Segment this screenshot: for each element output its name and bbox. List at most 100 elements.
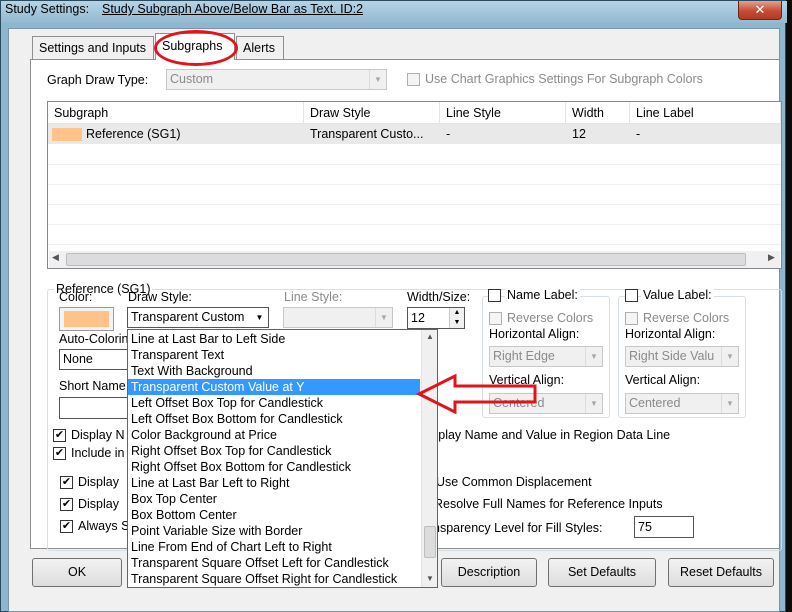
- header-label: Line Style: [446, 106, 501, 120]
- cell-subgraph: Reference (SG1): [86, 127, 181, 141]
- dropdown-scroll-thumb[interactable]: [424, 526, 436, 558]
- scroll-right-icon[interactable]: ▶: [768, 252, 775, 263]
- always-label: Always S: [78, 519, 130, 533]
- short-name-input[interactable]: [59, 397, 129, 419]
- scroll-down-icon[interactable]: ▼: [426, 574, 434, 583]
- color-swatch: [64, 311, 109, 327]
- window-title-prefix: Study Settings:: [5, 2, 90, 16]
- chevron-down-icon: ▼: [721, 347, 738, 366]
- title-bar[interactable]: Study Settings: Study Subgraph Above/Bel…: [1, 1, 787, 23]
- transparency-input[interactable]: 75: [634, 516, 694, 538]
- close-button[interactable]: ✕: [738, 1, 782, 20]
- dropdown-scrollbar[interactable]: ▲ ▼: [421, 330, 437, 587]
- value-horizontal-align-select[interactable]: Right Side Valu ▼: [625, 346, 739, 367]
- scroll-up-icon[interactable]: ▲: [426, 332, 434, 341]
- column-header-line-style[interactable]: Line Style: [440, 102, 566, 124]
- row-divider: [48, 244, 781, 245]
- table-row[interactable]: Reference (SG1) Transparent Custo... - 1…: [48, 124, 781, 144]
- auto-coloring-select[interactable]: None: [59, 349, 129, 370]
- list-item[interactable]: Transparent Square Offset Left for Candl…: [128, 555, 420, 571]
- value-v-align-value: Centered: [629, 396, 681, 410]
- draw-style-value: Transparent Custom: [131, 310, 245, 324]
- spin-up-icon[interactable]: ▲: [449, 308, 464, 318]
- list-item[interactable]: Point Variable Size with Border: [128, 523, 420, 539]
- list-item[interactable]: Left Offset Box Bottom for Candlestick: [128, 411, 420, 427]
- color-swatch-button[interactable]: [59, 307, 114, 331]
- value-horizontal-align-label: Horizontal Align:: [625, 327, 716, 341]
- tab-label: Alerts: [243, 41, 275, 55]
- row-divider: [48, 164, 781, 165]
- draw-style-select[interactable]: Transparent Custom ▼: [127, 307, 269, 328]
- checkmark-icon: ✔: [61, 476, 72, 488]
- set-defaults-button[interactable]: Set Defaults: [548, 558, 656, 587]
- name-label-checkbox[interactable]: [488, 289, 501, 302]
- option-label: Text With Background: [131, 364, 253, 378]
- reset-defaults-button[interactable]: Reset Defaults: [668, 558, 774, 587]
- use-chart-graphics-checkbox[interactable]: [407, 73, 420, 86]
- column-header-width[interactable]: Width: [566, 102, 630, 124]
- description-button[interactable]: Description: [441, 558, 537, 587]
- name-reverse-colors-checkbox[interactable]: [489, 312, 502, 325]
- value-label-checkbox[interactable]: [625, 289, 638, 302]
- graph-draw-type-select[interactable]: Custom ▼: [166, 69, 387, 90]
- graph-draw-type-label: Graph Draw Type:: [47, 73, 149, 87]
- checkmark-icon: ✔: [61, 498, 72, 510]
- display-name-checkbox[interactable]: ✔: [53, 429, 66, 442]
- list-item[interactable]: Right Offset Box Top for Candlestick: [128, 443, 420, 459]
- list-item-selected[interactable]: Transparent Custom Value at Y: [128, 379, 420, 395]
- display-checkbox-2[interactable]: ✔: [60, 498, 73, 511]
- list-item[interactable]: Box Top Center: [128, 491, 420, 507]
- use-common-displacement-label: Use Common Displacement: [436, 475, 592, 489]
- value-vertical-align-select[interactable]: Centered ▼: [625, 393, 739, 414]
- display-checkbox-1[interactable]: ✔: [60, 476, 73, 489]
- ok-button[interactable]: OK: [32, 558, 122, 587]
- column-header-draw-style[interactable]: Draw Style: [304, 102, 440, 124]
- spin-down-icon[interactable]: ▼: [449, 318, 464, 328]
- name-label-title: Name Label:: [505, 288, 580, 302]
- horizontal-scrollbar[interactable]: ◀ ▶: [49, 251, 780, 268]
- scroll-thumb[interactable]: [66, 253, 746, 266]
- auto-coloring-value: None: [63, 352, 93, 366]
- width-value: 12: [411, 311, 425, 325]
- column-header-line-label[interactable]: Line Label: [630, 102, 781, 124]
- header-label: Line Label: [636, 106, 694, 120]
- value-h-align-value: Right Side Valu: [629, 349, 715, 363]
- option-label: Transparent Text: [131, 348, 225, 362]
- option-label: Right Offset Box Top for Candlestick: [131, 444, 332, 458]
- line-style-label: Line Style:: [284, 290, 343, 304]
- include-in-checkbox[interactable]: ✔: [53, 447, 66, 460]
- short-name-label: Short Name: [59, 379, 126, 393]
- always-checkbox[interactable]: ✔: [60, 520, 73, 533]
- set-defaults-label: Set Defaults: [567, 565, 637, 579]
- tab-settings-and-inputs[interactable]: Settings and Inputs: [32, 36, 154, 59]
- draw-style-dropdown-list[interactable]: Line at Last Bar to Left Side Transparen…: [127, 329, 438, 588]
- tab-alerts[interactable]: Alerts: [236, 36, 284, 59]
- chevron-down-icon: ▼: [375, 308, 392, 327]
- graph-draw-type-value: Custom: [170, 72, 214, 86]
- scroll-left-icon[interactable]: ◀: [52, 252, 59, 263]
- checkmark-icon: ✔: [54, 429, 65, 441]
- list-item[interactable]: Color Background at Price: [128, 427, 420, 443]
- width-spinner[interactable]: 12 ▲ ▼: [407, 307, 465, 329]
- column-header-subgraph[interactable]: Subgraph: [48, 102, 304, 124]
- line-style-select[interactable]: ▼: [283, 307, 393, 328]
- list-item[interactable]: Right Offset Box Bottom for Candlestick: [128, 459, 420, 475]
- checkmark-icon: ✔: [54, 447, 65, 459]
- color-label: Color:: [59, 290, 93, 304]
- list-item[interactable]: Line From End of Chart Left to Right: [128, 539, 420, 555]
- list-item[interactable]: Transparent Text: [128, 347, 420, 363]
- name-horizontal-align-select[interactable]: Right Edge ▼: [489, 346, 603, 367]
- list-item[interactable]: Text With Background: [128, 363, 420, 379]
- window-title-study-name: Study Subgraph Above/Below Bar as Text. …: [102, 2, 364, 16]
- name-reverse-colors-label: Reverse Colors: [507, 311, 594, 325]
- list-item[interactable]: Transparent Square Offset Right for Cand…: [128, 571, 420, 587]
- list-item[interactable]: Left Offset Box Top for Candlestick: [128, 395, 420, 411]
- list-item[interactable]: Line at Last Bar Left to Right: [128, 475, 420, 491]
- list-item[interactable]: Box Bottom Center: [128, 507, 420, 523]
- display-label-2: Display: [78, 497, 119, 511]
- value-reverse-colors-checkbox[interactable]: [625, 312, 638, 325]
- header-label: Width: [572, 106, 604, 120]
- reset-defaults-label: Reset Defaults: [680, 565, 762, 579]
- subgraph-list[interactable]: Subgraph Draw Style Line Style Width Lin…: [47, 101, 782, 269]
- list-item[interactable]: Line at Last Bar to Left Side: [128, 331, 420, 347]
